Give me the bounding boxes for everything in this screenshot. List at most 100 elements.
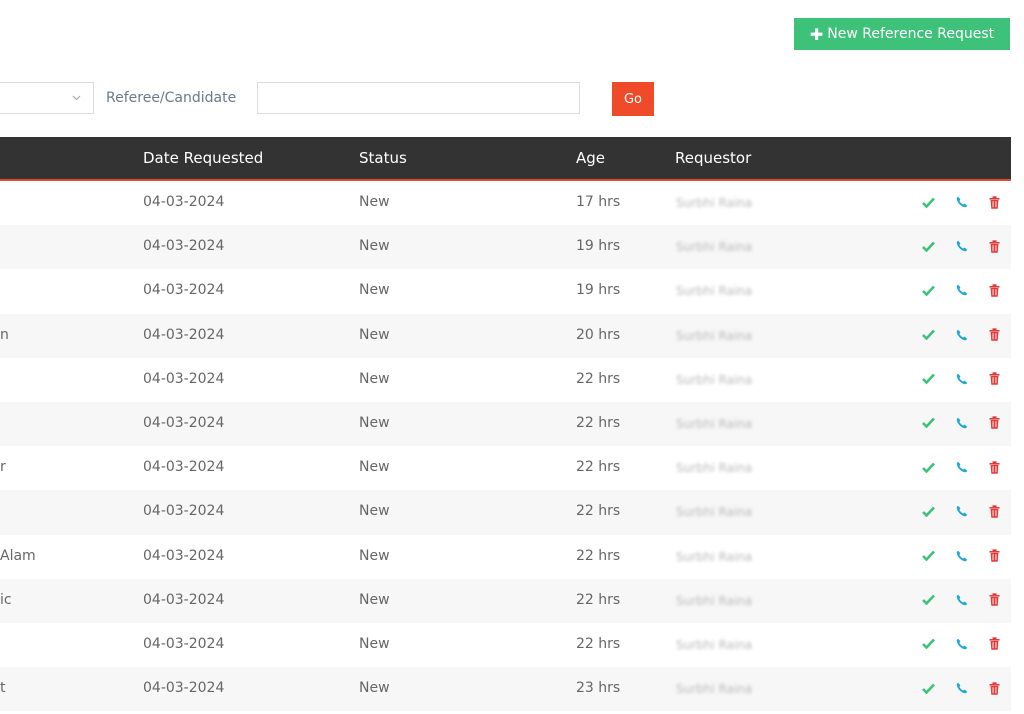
phone-icon[interactable] xyxy=(954,414,970,432)
row-status: New xyxy=(359,370,390,387)
table-row[interactable]: 04-03-2024 New 19 hrs Surbhi Raina xyxy=(0,225,1011,270)
row-date-requested: 04-03-2024 xyxy=(143,414,225,431)
trash-icon[interactable] xyxy=(986,193,1002,211)
row-requestor: Surbhi Raina xyxy=(676,637,753,652)
phone-icon[interactable] xyxy=(954,458,970,476)
table-row[interactable]: r 04-03-2024 New 22 hrs Surbhi Raina xyxy=(0,446,1011,491)
check-icon[interactable] xyxy=(920,458,936,476)
check-icon[interactable] xyxy=(920,281,936,299)
trash-icon[interactable] xyxy=(986,679,1002,697)
check-icon[interactable] xyxy=(920,547,936,565)
row-requestor: Surbhi Raina xyxy=(676,328,753,343)
phone-icon[interactable] xyxy=(954,193,970,211)
row-requestor: Surbhi Raina xyxy=(676,682,753,697)
row-age: 22 hrs xyxy=(576,459,621,476)
filter-select[interactable] xyxy=(0,82,94,114)
trash-icon[interactable] xyxy=(986,237,1002,255)
table-row[interactable]: 04-03-2024 New 22 hrs Surbhi Raina xyxy=(0,401,1011,447)
row-date-requested: 04-03-2024 xyxy=(143,238,225,255)
check-icon[interactable] xyxy=(920,414,936,432)
row-requestor: Surbhi Raina xyxy=(676,461,753,476)
new-reference-request-button[interactable]: ✚ New Reference Request xyxy=(794,18,1010,50)
phone-icon[interactable] xyxy=(954,370,970,388)
row-name: ic xyxy=(0,591,12,608)
row-age: 22 hrs xyxy=(576,591,621,608)
table-row[interactable]: t 04-03-2024 New 23 hrs Surbhi Raina xyxy=(0,667,1011,712)
row-name: r xyxy=(0,459,6,476)
row-age: 22 hrs xyxy=(576,547,621,564)
table-header: Date Requested Status Age Requestor xyxy=(0,137,1011,181)
check-icon[interactable] xyxy=(920,370,936,388)
row-requestor: Surbhi Raina xyxy=(676,549,753,564)
row-age: 22 hrs xyxy=(576,635,621,652)
table-row[interactable]: 04-03-2024 New 22 hrs Surbhi Raina xyxy=(0,357,1011,402)
table-row[interactable]: 04-03-2024 New 22 hrs Surbhi Raina xyxy=(0,490,1011,535)
check-icon[interactable] xyxy=(920,502,936,520)
column-header-requestor[interactable]: Requestor xyxy=(675,149,751,167)
row-requestor: Surbhi Raina xyxy=(676,593,753,608)
row-requestor: Surbhi Raina xyxy=(676,372,753,387)
phone-icon[interactable] xyxy=(954,326,970,344)
table-row[interactable]: 04-03-2024 New 17 hrs Surbhi Raina xyxy=(0,181,1011,226)
check-icon[interactable] xyxy=(920,679,936,697)
row-age: 20 hrs xyxy=(576,326,621,343)
trash-icon[interactable] xyxy=(986,370,1002,388)
new-reference-request-label: New Reference Request xyxy=(827,26,995,42)
row-status: New xyxy=(359,459,390,476)
column-header-date-requested[interactable]: Date Requested xyxy=(143,149,263,167)
row-age: 22 hrs xyxy=(576,414,621,431)
plus-icon: ✚ xyxy=(809,24,824,44)
row-name: t xyxy=(0,680,6,697)
referee-candidate-input[interactable] xyxy=(257,82,580,114)
row-status: New xyxy=(359,635,390,652)
row-date-requested: 04-03-2024 xyxy=(143,194,225,210)
column-header-status[interactable]: Status xyxy=(359,149,407,167)
check-icon[interactable] xyxy=(920,326,936,344)
phone-icon[interactable] xyxy=(954,591,970,609)
table-row[interactable]: ic 04-03-2024 New 22 hrs Surbhi Raina xyxy=(0,578,1011,623)
trash-icon[interactable] xyxy=(986,458,1002,476)
phone-icon[interactable] xyxy=(954,281,970,299)
table-row[interactable]: 04-03-2024 New 19 hrs Surbhi Raina xyxy=(0,269,1011,314)
phone-icon[interactable] xyxy=(954,237,970,255)
phone-icon[interactable] xyxy=(954,502,970,520)
trash-icon[interactable] xyxy=(986,591,1002,609)
table-body: 04-03-2024 New 17 hrs Surbhi Raina 04-03-202… xyxy=(0,181,1011,712)
row-status: New xyxy=(359,503,390,520)
row-status: New xyxy=(359,238,390,255)
row-age: 17 hrs xyxy=(576,194,621,210)
table-row[interactable]: 04-03-2024 New 22 hrs Surbhi Raina xyxy=(0,622,1011,668)
trash-icon[interactable] xyxy=(986,414,1002,432)
row-date-requested: 04-03-2024 xyxy=(143,503,225,520)
column-header-age[interactable]: Age xyxy=(576,149,605,167)
phone-icon[interactable] xyxy=(954,547,970,565)
row-status: New xyxy=(359,326,390,343)
check-icon[interactable] xyxy=(920,237,936,255)
row-status: New xyxy=(359,547,390,564)
trash-icon[interactable] xyxy=(986,281,1002,299)
row-date-requested: 04-03-2024 xyxy=(143,635,225,652)
row-status: New xyxy=(359,194,390,210)
table-row[interactable]: Alam 04-03-2024 New 22 hrs Surbhi Raina xyxy=(0,534,1011,579)
trash-icon[interactable] xyxy=(986,326,1002,344)
check-icon[interactable] xyxy=(920,635,936,653)
row-status: New xyxy=(359,591,390,608)
phone-icon[interactable] xyxy=(954,635,970,653)
trash-icon[interactable] xyxy=(986,635,1002,653)
row-date-requested: 04-03-2024 xyxy=(143,282,225,299)
row-date-requested: 04-03-2024 xyxy=(143,370,225,387)
row-requestor: Surbhi Raina xyxy=(676,505,753,520)
row-status: New xyxy=(359,680,390,697)
row-status: New xyxy=(359,282,390,299)
check-icon[interactable] xyxy=(920,193,936,211)
row-status: New xyxy=(359,414,390,431)
row-name: n xyxy=(0,326,9,343)
trash-icon[interactable] xyxy=(986,547,1002,565)
table-row[interactable]: n 04-03-2024 New 20 hrs Surbhi Raina xyxy=(0,313,1011,358)
row-date-requested: 04-03-2024 xyxy=(143,591,225,608)
phone-icon[interactable] xyxy=(954,679,970,697)
check-icon[interactable] xyxy=(920,591,936,609)
row-requestor: Surbhi Raina xyxy=(676,284,753,299)
trash-icon[interactable] xyxy=(986,502,1002,520)
go-button[interactable]: Go xyxy=(612,82,654,116)
